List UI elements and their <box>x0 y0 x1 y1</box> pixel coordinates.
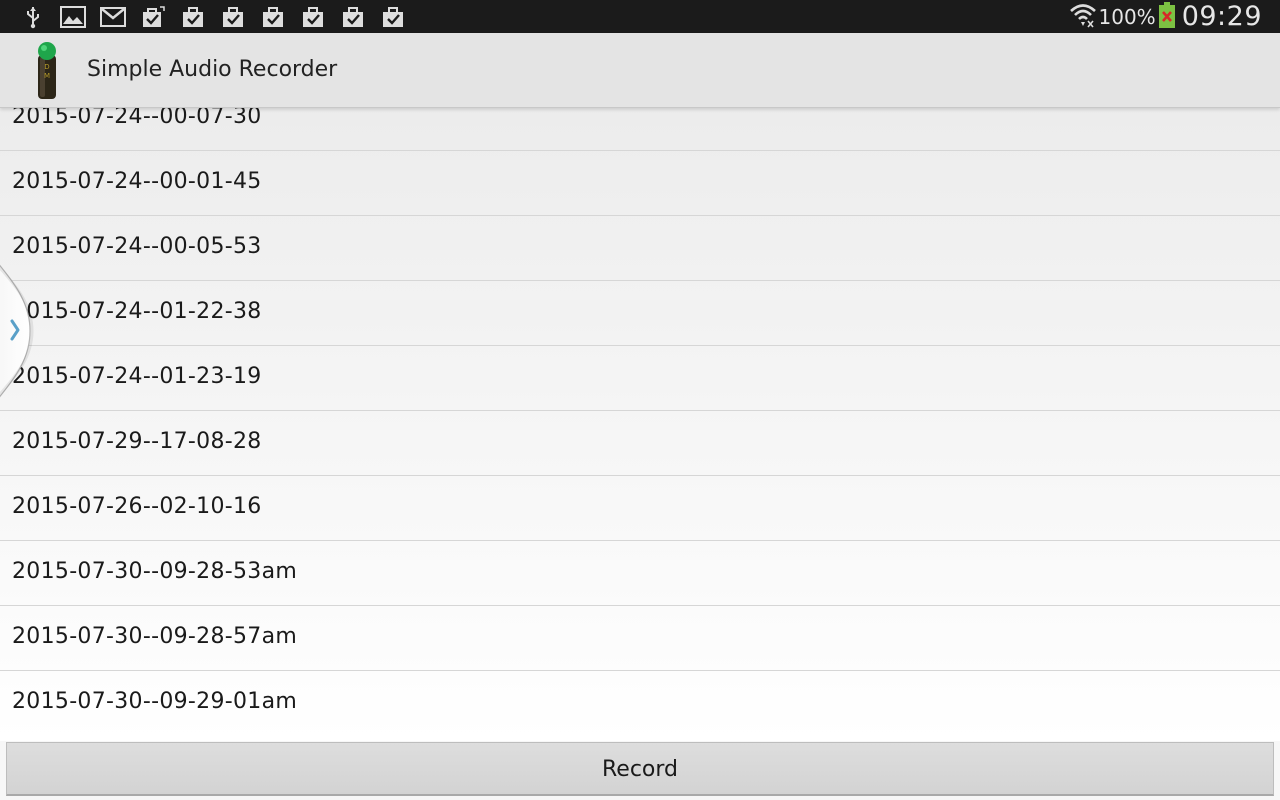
status-bar: 100% 09:29 <box>0 0 1280 33</box>
list-item[interactable]: 2015-07-26--02-10-16 <box>0 476 1280 541</box>
record-button[interactable]: Record <box>6 742 1274 796</box>
list-item[interactable]: 2015-07-24--00-07-30 <box>0 108 1280 151</box>
microphone-icon[interactable]: D M <box>30 41 64 101</box>
recording-name: 2015-07-30--09-28-53am <box>12 559 298 584</box>
list-item[interactable]: 2015-07-24--01-22-38 <box>0 281 1280 346</box>
side-drawer-handle[interactable] <box>0 245 34 417</box>
usb-icon <box>20 4 46 30</box>
system-indicators: 100% 09:29 <box>1069 0 1263 33</box>
store-check-icon <box>380 4 406 30</box>
recordings-list[interactable]: 2015-07-24--00-07-30 2015-07-24--00-01-4… <box>0 108 1280 741</box>
list-item[interactable]: 2015-07-29--17-08-28 <box>0 411 1280 476</box>
battery-percent: 100% <box>1098 4 1156 29</box>
gallery-icon <box>60 4 86 30</box>
action-bar: D M Simple Audio Recorder <box>0 33 1280 108</box>
app-icon-letter-m: M <box>44 72 50 80</box>
store-check-icon <box>220 4 246 30</box>
list-item[interactable]: 2015-07-30--09-28-57am <box>0 606 1280 671</box>
recording-name: 2015-07-30--09-28-57am <box>12 624 298 649</box>
bottom-bar: Record <box>0 741 1280 800</box>
wifi-icon <box>1069 2 1097 32</box>
recording-name: 2015-07-24--01-23-19 <box>12 364 262 389</box>
battery-icon <box>1158 1 1176 33</box>
recording-name: 2015-07-24--00-01-45 <box>12 169 262 194</box>
notification-icons <box>20 2 420 31</box>
recording-name: 2015-07-24--00-05-53 <box>12 234 262 259</box>
app-title: Simple Audio Recorder <box>87 57 338 82</box>
store-check-icon <box>260 4 286 30</box>
store-check-icon <box>180 4 206 30</box>
store-check-icon <box>340 4 366 30</box>
recording-name: 2015-07-24--00-07-30 <box>12 108 262 129</box>
list-item[interactable]: 2015-07-30--09-28-53am <box>0 541 1280 606</box>
recording-name: 2015-07-24--01-22-38 <box>12 299 262 324</box>
list-item[interactable]: 2015-07-24--01-23-19 <box>0 346 1280 411</box>
recording-name: 2015-07-29--17-08-28 <box>12 429 262 454</box>
gmail-icon <box>100 4 126 30</box>
recording-name: 2015-07-30--09-29-01am <box>12 689 298 714</box>
recording-name: 2015-07-26--02-10-16 <box>12 494 262 519</box>
list-item[interactable]: 2015-07-24--00-01-45 <box>0 151 1280 216</box>
store-check-icon <box>300 4 326 30</box>
store-update-icon <box>140 4 166 30</box>
list-item[interactable]: 2015-07-30--09-29-01am <box>0 671 1280 736</box>
list-item[interactable]: 2015-07-24--00-05-53 <box>0 216 1280 281</box>
app-icon-letter-d: D <box>44 63 49 71</box>
clock: 09:29 <box>1181 1 1262 32</box>
